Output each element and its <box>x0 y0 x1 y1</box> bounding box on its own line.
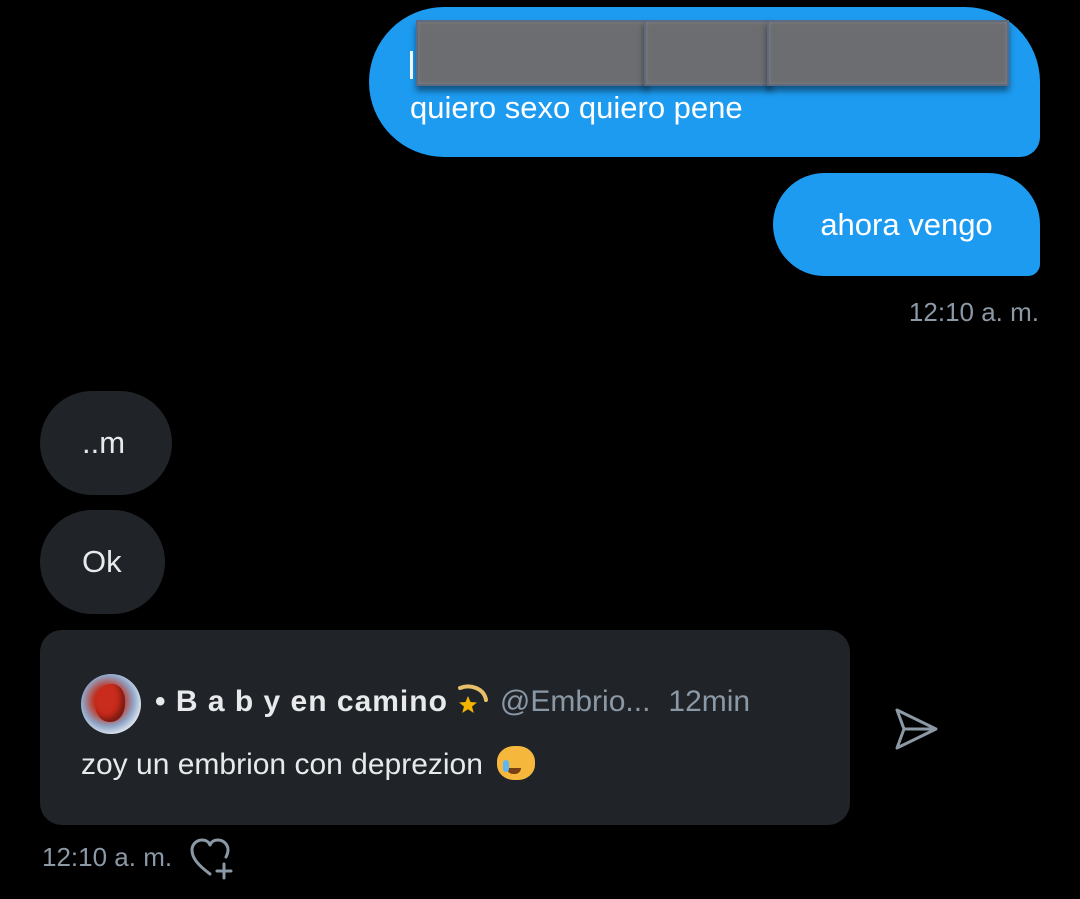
tweet-handle: @Embrio... <box>499 684 651 718</box>
message-timestamp: 12:10 a. m. <box>908 297 1039 327</box>
avatar[interactable] <box>81 674 141 734</box>
redaction-block <box>644 20 772 86</box>
message-text-cursor-fragment <box>410 51 413 79</box>
message-timestamp: 12:10 a. m. <box>42 842 173 872</box>
embryo-avatar-image <box>95 684 125 722</box>
message-text: ..m <box>82 425 126 460</box>
shooting-star-icon-svg <box>457 684 488 713</box>
shared-tweet-card[interactable]: • B a b y en camino @Embrio... 12min zoy… <box>40 630 850 825</box>
message-text: ahora vengo <box>820 206 993 242</box>
tweet-text-content: zoy un embrion con deprezion <box>81 748 483 781</box>
crying-cat-face-icon <box>497 746 536 780</box>
redaction-block <box>416 20 648 86</box>
outgoing-message-bubble[interactable]: ahora vengo <box>773 173 1040 276</box>
shooting-star-icon <box>456 682 490 721</box>
message-text: quiero sexo quiero pene <box>410 90 743 125</box>
heart-add-icon[interactable] <box>188 836 236 880</box>
outgoing-message-bubble[interactable]: quiero sexo quiero pene <box>369 7 1040 157</box>
incoming-message-bubble[interactable]: Ok <box>40 510 165 614</box>
tweet-text: zoy un embrion con deprezion <box>81 746 536 782</box>
tweet-header: • B a b y en camino @Embrio... 12min <box>155 682 750 721</box>
incoming-message-bubble[interactable]: ..m <box>40 391 172 495</box>
redaction-block <box>767 20 1009 86</box>
message-text: Ok <box>82 544 122 579</box>
tweet-time: 12min <box>668 684 751 718</box>
send-icon[interactable] <box>892 706 940 752</box>
tweet-display-name[interactable]: • B a b y en camino <box>155 685 448 719</box>
